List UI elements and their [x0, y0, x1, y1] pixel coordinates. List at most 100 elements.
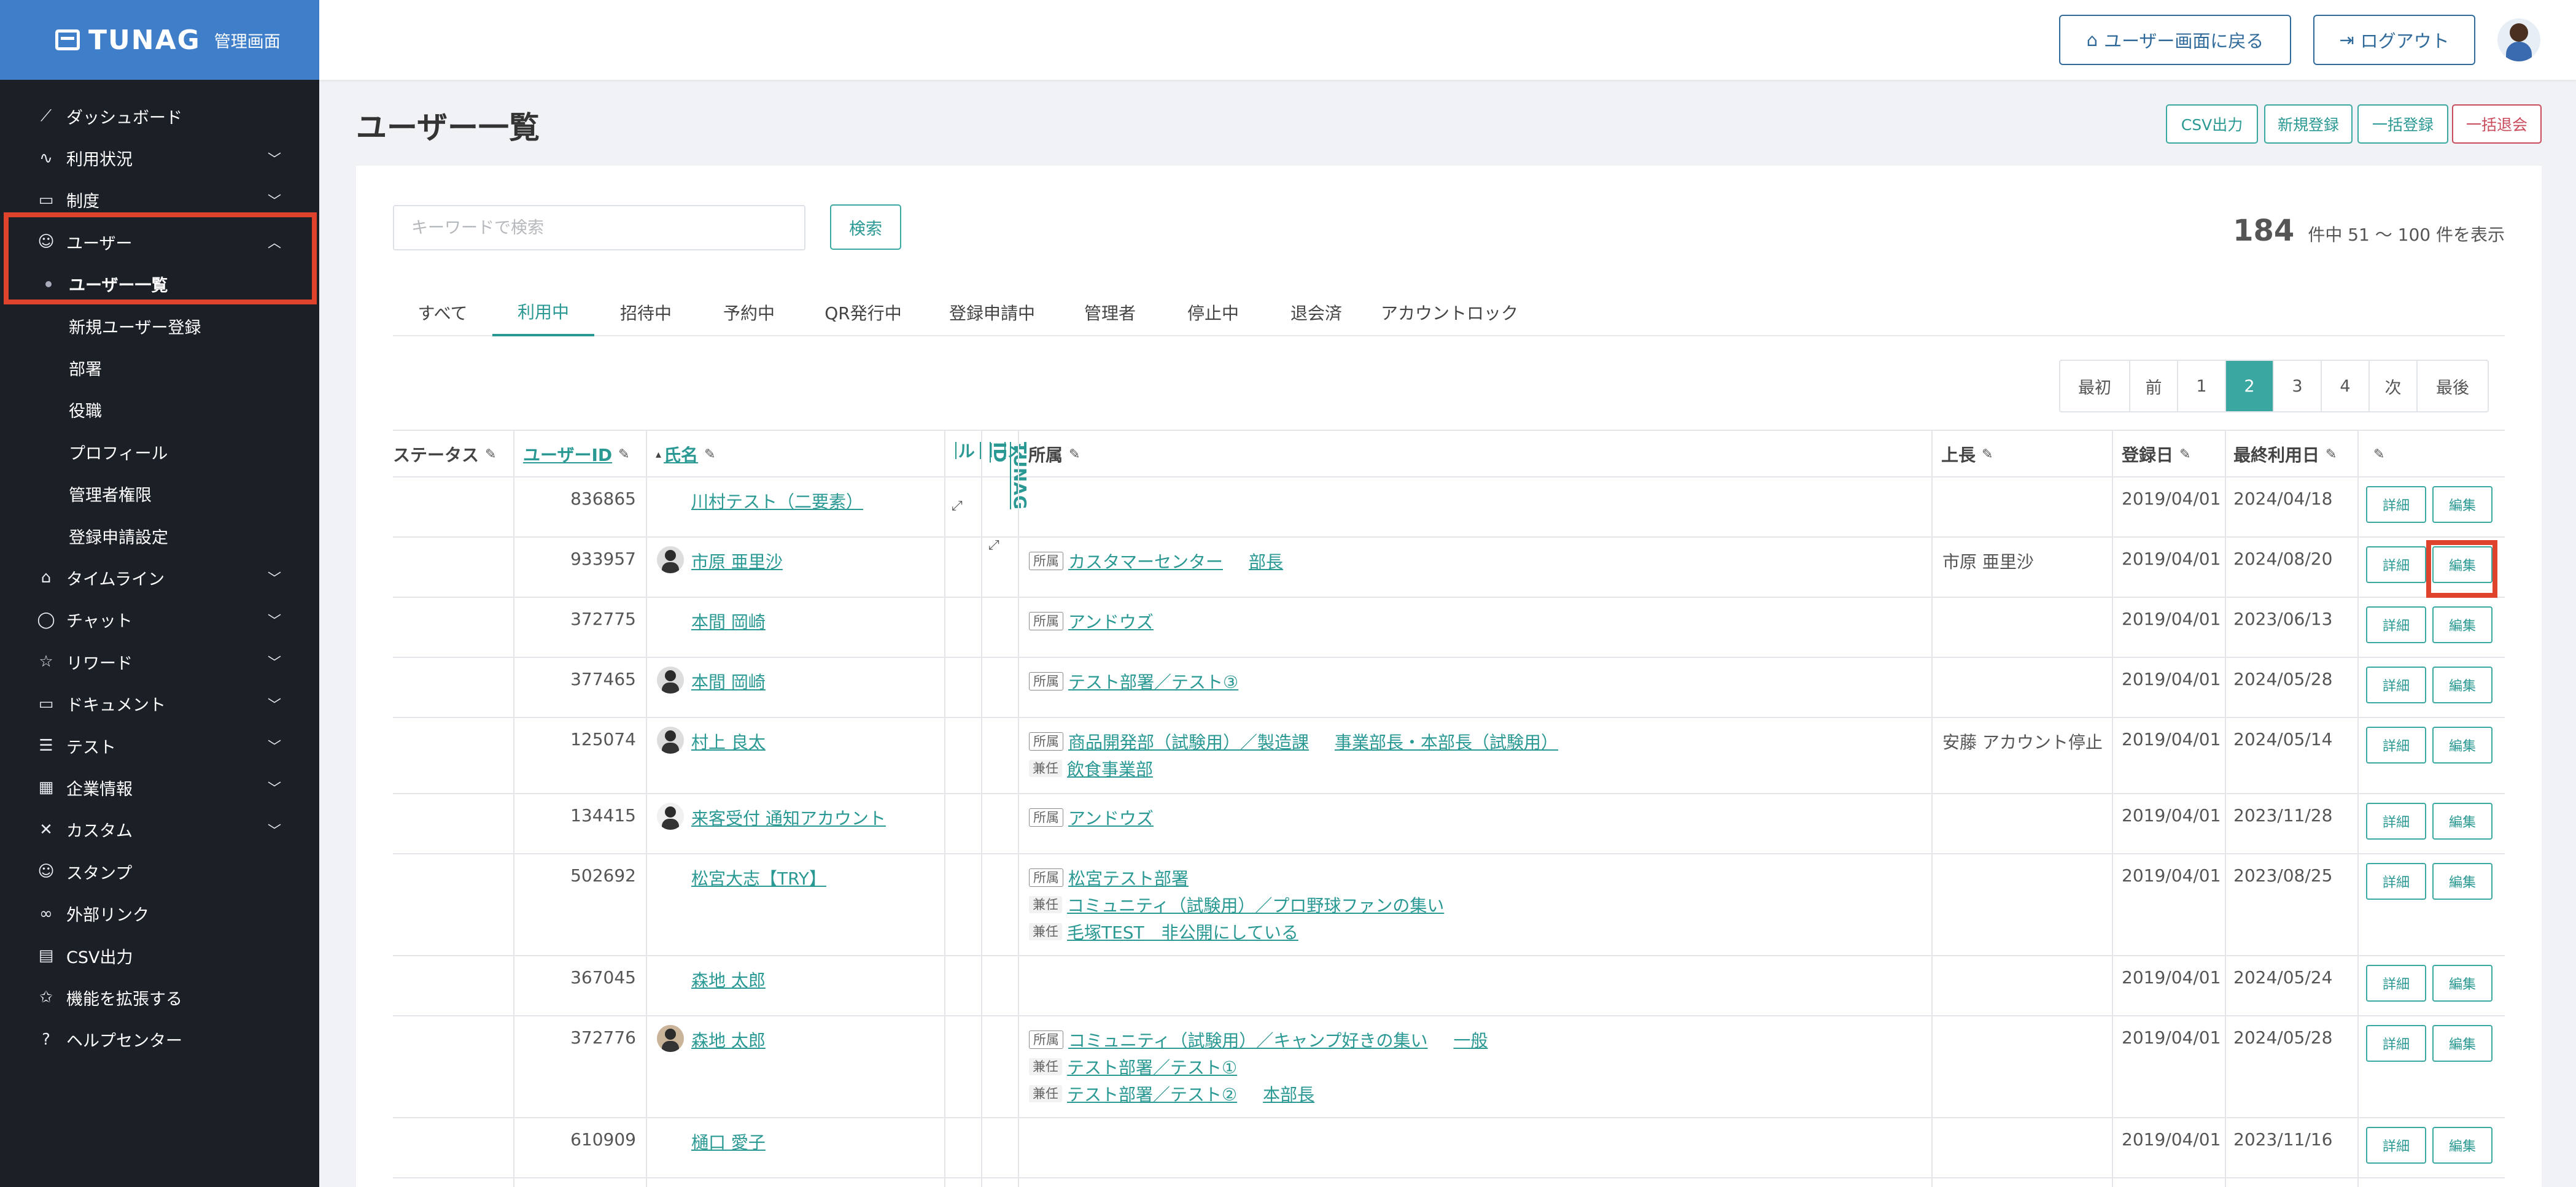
header-name[interactable]: ▴ 氏名 ✎ — [656, 431, 716, 478]
page-link-1[interactable]: 前 — [2130, 361, 2178, 411]
user-name-link[interactable]: 川村テスト（二要素） — [691, 489, 863, 513]
sidebar-item-10[interactable]: ✕ カスタム ﹀ — [0, 809, 319, 851]
sidebar-item-12[interactable]: ∞ 外部リンク — [0, 892, 319, 934]
tab-5[interactable]: 登録申請中 — [926, 288, 1058, 336]
header-boss[interactable]: 上長 ✎ — [1941, 431, 1993, 478]
sidebar-subitem-1[interactable]: 新規ユーザー登録 — [0, 305, 319, 347]
pin-icon[interactable]: ✎ — [2326, 447, 2337, 462]
sidebar-item-5[interactable]: ◯ チャット ﹀ — [0, 599, 319, 641]
back-to-user-screen-button[interactable]: ⌂ ユーザー画面に戻る — [2059, 15, 2291, 65]
pin-icon[interactable]: ✎ — [704, 447, 715, 462]
tab-8[interactable]: 退会済 — [1265, 288, 1368, 336]
detail-button[interactable]: 詳細 — [2366, 965, 2426, 1002]
detail-button[interactable]: 詳細 — [2366, 546, 2426, 583]
tab-3[interactable]: 予約中 — [697, 288, 801, 336]
header-last-used[interactable]: 最終利用日 ✎ — [2233, 431, 2337, 478]
sidebar-item-0[interactable]: ⟋ ダッシュボード — [0, 95, 319, 137]
dept-link[interactable]: 松宮テスト部署 — [1068, 865, 1189, 890]
tab-2[interactable]: 招待中 — [594, 288, 697, 336]
tab-7[interactable]: 停止中 — [1162, 288, 1265, 336]
sidebar-item-13[interactable]: ▤ CSV出力 — [0, 935, 319, 976]
detail-button[interactable]: 詳細 — [2366, 486, 2426, 523]
sidebar-item-1[interactable]: ∿ 利用状況 ﹀ — [0, 137, 319, 179]
detail-button[interactable]: 詳細 — [2366, 803, 2426, 840]
new-register-button[interactable]: 新規登録 — [2264, 104, 2353, 144]
dept-link[interactable]: カスタマーセンター — [1068, 549, 1223, 573]
pin-icon[interactable]: ✎ — [1982, 447, 1993, 462]
user-name-link[interactable]: 本間 岡崎 — [691, 609, 766, 633]
dept-link[interactable]: テスト部署／テスト③ — [1068, 669, 1238, 694]
dept-link[interactable]: コミュニティ（試験用）／キャンプ好きの集い — [1068, 1027, 1427, 1052]
detail-button[interactable]: 詳細 — [2366, 1025, 2426, 1062]
page-link-3[interactable]: 2 — [2226, 361, 2274, 411]
sidebar-item-11[interactable]: ☺ スタンプ — [0, 851, 319, 892]
dept-link[interactable]: コミュニティ（試験用）／プロ野球ファンの集い — [1067, 892, 1444, 917]
pin-icon[interactable]: ✎ — [2179, 447, 2190, 462]
bulk-register-button[interactable]: 一括登録 — [2357, 104, 2448, 144]
logout-button[interactable]: ⇥ ログアウト — [2313, 15, 2475, 65]
sidebar-subitem-3[interactable]: 役職 — [0, 389, 319, 431]
edit-button[interactable]: 編集 — [2432, 803, 2493, 840]
sidebar-item-7[interactable]: ▭ ドキュメント ﹀ — [0, 682, 319, 724]
edit-button[interactable]: 編集 — [2432, 606, 2493, 643]
edit-button[interactable]: 編集 — [2432, 965, 2493, 1002]
page-link-0[interactable]: 最初 — [2060, 361, 2130, 411]
detail-button[interactable]: 詳細 — [2366, 606, 2426, 643]
tab-1[interactable]: 利用中 — [492, 288, 594, 336]
role-link[interactable]: 一般 — [1453, 1027, 1488, 1052]
edit-button[interactable]: 編集 — [2432, 486, 2493, 523]
search-button[interactable]: 検索 — [830, 204, 901, 250]
role-link[interactable]: 事業部長・本部長（試験用） — [1335, 729, 1558, 754]
dept-link[interactable]: アンドウズ — [1068, 805, 1154, 830]
user-name-link[interactable]: 村上 良太 — [691, 729, 766, 754]
user-name-link[interactable]: 松宮大志【TRY】 — [691, 865, 826, 890]
page-link-5[interactable]: 4 — [2322, 361, 2370, 411]
detail-button[interactable]: 詳細 — [2366, 1127, 2426, 1164]
csv-export-button[interactable]: CSV出力 — [2166, 104, 2258, 144]
sidebar-item-6[interactable]: ☆ リワード ﹀ — [0, 641, 319, 682]
brand-header[interactable]: TUNAG 管理画面 — [0, 0, 319, 80]
user-name-link[interactable]: 森地 太郎 — [691, 967, 766, 992]
detail-button[interactable]: 詳細 — [2366, 863, 2426, 900]
edit-button[interactable]: 編集 — [2432, 1025, 2493, 1062]
edit-button[interactable]: 編集 — [2432, 727, 2493, 764]
header-user-id[interactable]: ユーザーID ✎ — [523, 431, 630, 478]
sidebar-item-9[interactable]: ▦ 企業情報 ﹀ — [0, 767, 319, 808]
edit-button[interactable]: 編集 — [2432, 667, 2493, 703]
sidebar-subitem-5[interactable]: 管理者権限 — [0, 473, 319, 515]
pin-icon[interactable]: ✎ — [2373, 447, 2384, 462]
dept-link[interactable]: テスト部署／テスト② — [1067, 1081, 1237, 1106]
tab-6[interactable]: 管理者 — [1058, 288, 1162, 336]
detail-button[interactable]: 詳細 — [2366, 667, 2426, 703]
sidebar-subitem-2[interactable]: 部署 — [0, 347, 319, 389]
dept-link[interactable]: 飲食事業部 — [1067, 756, 1153, 781]
sidebar-subitem-6[interactable]: 登録申請設定 — [0, 515, 319, 557]
user-name-link[interactable]: 樋口 愛子 — [691, 1129, 766, 1154]
edit-button[interactable]: 編集 — [2432, 1127, 2493, 1164]
pin-icon[interactable]: ✎ — [618, 447, 629, 462]
dept-link[interactable]: アンドウズ — [1068, 609, 1154, 633]
sidebar-subitem-4[interactable]: プロフィール — [0, 431, 319, 473]
page-link-7[interactable]: 最後 — [2418, 361, 2488, 411]
user-name-link[interactable]: 本間 岡崎 — [691, 669, 766, 694]
header-reg-date[interactable]: 登録日 ✎ — [2122, 431, 2190, 478]
header-actions[interactable]: ✎ — [2367, 431, 2384, 478]
page-link-4[interactable]: 3 — [2274, 361, 2322, 411]
bulk-withdraw-button[interactable]: 一括退会 — [2452, 104, 2542, 144]
dept-link[interactable]: テスト部署／テスト① — [1067, 1054, 1237, 1079]
tab-4[interactable]: QR発行中 — [801, 288, 926, 336]
tab-9[interactable]: アカウントロック — [1368, 288, 1531, 336]
user-avatar[interactable] — [2497, 18, 2540, 61]
search-input[interactable] — [393, 205, 805, 250]
user-name-link[interactable]: 森地 太郎 — [691, 1027, 766, 1052]
user-name-link[interactable]: 市原 亜里沙 — [691, 549, 783, 573]
user-name-link[interactable]: 来客受付 通知アカウント — [691, 805, 886, 830]
dept-link[interactable]: 商品開発部（試験用）／製造課 — [1068, 729, 1309, 754]
detail-button[interactable]: 詳細 — [2366, 727, 2426, 764]
sidebar-item-8[interactable]: ☰ テスト ﹀ — [0, 725, 319, 767]
tab-0[interactable]: すべて — [393, 288, 492, 336]
page-link-2[interactable]: 1 — [2178, 361, 2226, 411]
sidebar-item-4[interactable]: ⌂ タイムライン ﹀ — [0, 557, 319, 598]
page-link-6[interactable]: 次 — [2370, 361, 2418, 411]
header-status[interactable]: ステータス ✎ — [393, 431, 496, 478]
